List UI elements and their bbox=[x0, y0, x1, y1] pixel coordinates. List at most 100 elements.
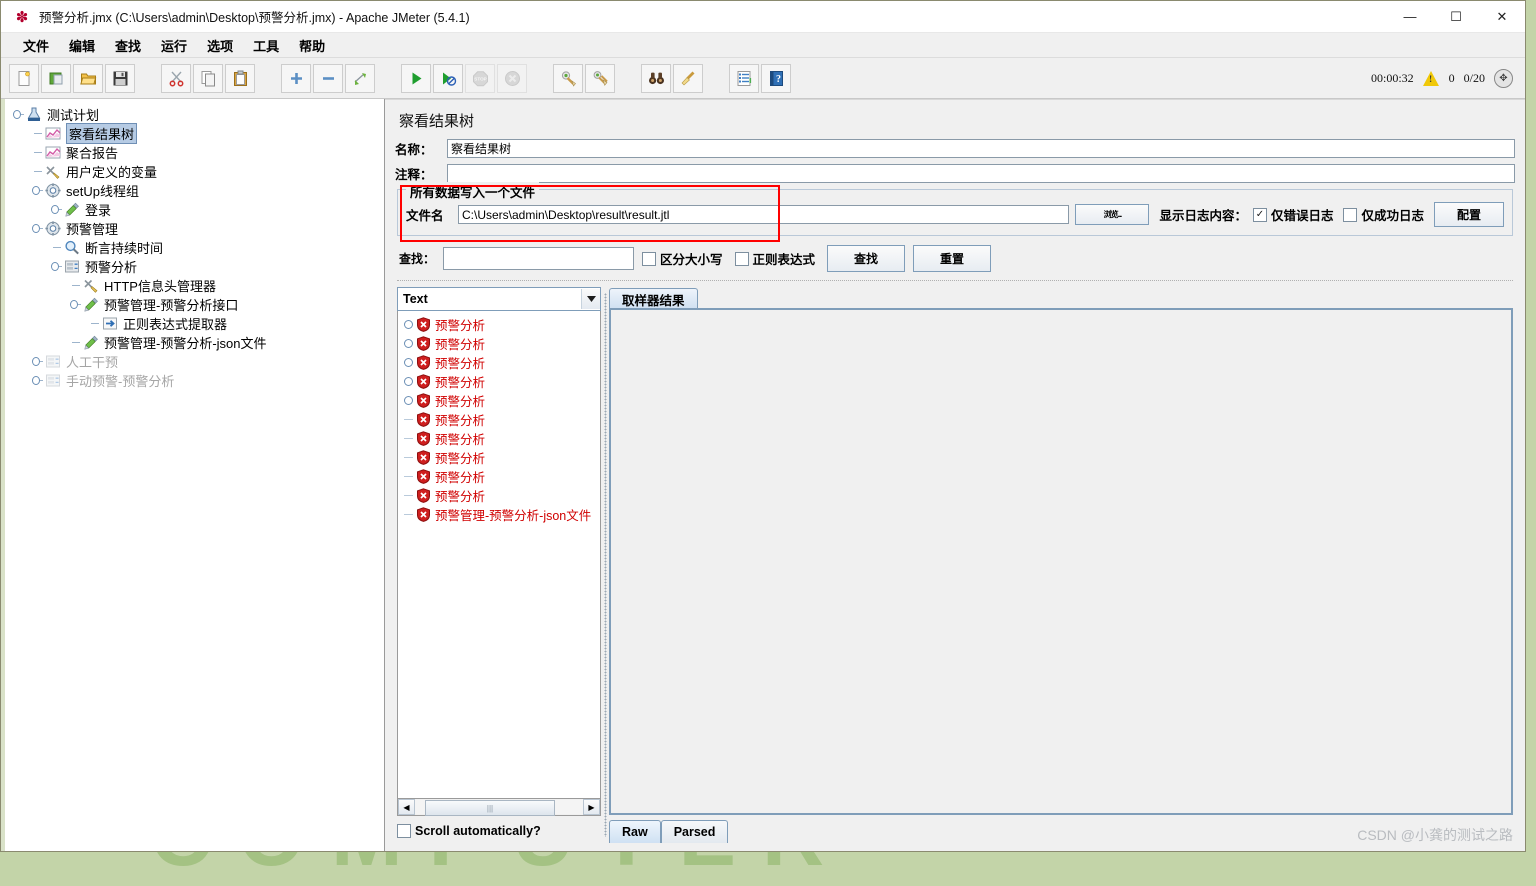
results-split: Text 预警分析 预警分析 预警分析 预警分析 预警分析 预警分析 预警分析 预警分析 预警分… bbox=[397, 287, 1513, 843]
tree-node[interactable]: 登录 bbox=[7, 200, 384, 219]
success-only-checkbox[interactable]: 仅成功日志 bbox=[1343, 205, 1424, 224]
tree-collapse-handle[interactable] bbox=[13, 109, 24, 120]
tree-node[interactable]: HTTP信息头管理器 bbox=[7, 276, 384, 295]
list-item[interactable]: 预警分析 bbox=[402, 429, 600, 448]
list-item[interactable]: 预警分析 bbox=[402, 315, 600, 334]
list-expand-handle[interactable] bbox=[402, 358, 415, 367]
hscroll-track[interactable]: ||| bbox=[415, 800, 583, 816]
results-hscrollbar[interactable]: ◀ ||| ▶ bbox=[397, 799, 601, 816]
menu-help[interactable]: 帮助 bbox=[289, 34, 335, 57]
cut-button[interactable] bbox=[161, 63, 191, 93]
scroll-left-button[interactable]: ◀ bbox=[398, 799, 415, 815]
minimize-button[interactable]: — bbox=[1387, 1, 1433, 32]
name-input[interactable] bbox=[447, 139, 1515, 158]
regex-checkbox[interactable]: 正则表达式 bbox=[734, 249, 815, 268]
tree-node[interactable]: 正则表达式提取器 bbox=[7, 314, 384, 333]
errors-only-checkbox[interactable]: ✓ 仅错误日志 bbox=[1252, 205, 1333, 224]
tree-collapse-handle[interactable] bbox=[70, 299, 81, 310]
test-plan-tree[interactable]: 测试计划 察看结果树 聚合报告 用户定义的变量 setUp线程组 登录 预警管理 断言持续时间… bbox=[1, 99, 385, 851]
list-item[interactable]: 预警分析 bbox=[402, 334, 600, 353]
tab-parsed[interactable]: Parsed bbox=[660, 820, 729, 843]
case-sensitive-checkbox[interactable]: 区分大小写 bbox=[642, 249, 723, 268]
close-button[interactable]: ✕ bbox=[1479, 1, 1525, 32]
browse-button[interactable]: 浏览... bbox=[1075, 204, 1150, 225]
expand-all-button[interactable] bbox=[281, 63, 311, 93]
menu-run[interactable]: 运行 bbox=[151, 34, 197, 57]
copy-button[interactable] bbox=[193, 63, 223, 93]
tree-node[interactable]: 聚合报告 bbox=[7, 143, 384, 162]
tree-node[interactable]: 察看结果树 bbox=[7, 123, 384, 144]
list-item[interactable]: 预警分析 bbox=[402, 448, 600, 467]
tree-node[interactable]: setUp线程组 bbox=[7, 181, 384, 200]
help-button[interactable]: ? bbox=[761, 63, 791, 93]
tree-collapse-handle[interactable] bbox=[51, 261, 62, 272]
tree-expand-handle[interactable] bbox=[32, 356, 43, 367]
sampler-result-body[interactable] bbox=[609, 308, 1513, 815]
tree-node[interactable]: 预警管理-预警分析接口 bbox=[7, 295, 384, 314]
list-item[interactable]: 预警分析 bbox=[402, 410, 600, 429]
find-button[interactable]: 查找 bbox=[827, 245, 906, 272]
menu-search[interactable]: 查找 bbox=[105, 34, 151, 57]
tree-expand-handle[interactable] bbox=[32, 375, 43, 386]
tree-collapse-handle[interactable] bbox=[32, 223, 43, 234]
list-expand-handle[interactable] bbox=[402, 320, 415, 329]
menu-tools[interactable]: 工具 bbox=[243, 34, 289, 57]
tree-node[interactable]: 人工干预 bbox=[7, 352, 384, 371]
split-divider[interactable] bbox=[601, 287, 609, 843]
hscroll-thumb[interactable]: ||| bbox=[425, 800, 555, 816]
scroll-automatically-checkbox[interactable]: Scroll automatically? bbox=[397, 819, 601, 843]
tree-node[interactable]: 断言持续时间 bbox=[7, 238, 384, 257]
open-button[interactable] bbox=[73, 63, 103, 93]
warning-icon[interactable] bbox=[1422, 70, 1440, 86]
save-button[interactable] bbox=[105, 63, 135, 93]
toggle-button[interactable] bbox=[345, 63, 375, 93]
maximize-button[interactable]: ☐ bbox=[1433, 1, 1479, 32]
menu-file[interactable]: 文件 bbox=[13, 34, 59, 57]
list-item[interactable]: 预警管理-预警分析-json文件 bbox=[402, 505, 600, 524]
start-button[interactable] bbox=[401, 63, 431, 93]
clear-button[interactable] bbox=[553, 63, 583, 93]
tree-node[interactable]: 预警管理 bbox=[7, 219, 384, 238]
list-expand-handle[interactable] bbox=[402, 396, 415, 405]
tree-node[interactable]: 用户定义的变量 bbox=[7, 162, 384, 181]
tab-raw[interactable]: Raw bbox=[609, 820, 661, 843]
tree-node[interactable]: 测试计划 bbox=[7, 105, 384, 124]
tree-expand-handle[interactable] bbox=[51, 204, 62, 215]
stop-button[interactable]: STOP bbox=[465, 63, 495, 93]
search-binoculars-icon[interactable] bbox=[641, 63, 671, 93]
warning-count: 0 bbox=[1448, 70, 1455, 85]
menu-edit[interactable]: 编辑 bbox=[59, 34, 105, 57]
list-item[interactable]: 预警分析 bbox=[402, 486, 600, 505]
function-helper-icon[interactable] bbox=[729, 63, 759, 93]
menu-options[interactable]: 选项 bbox=[197, 34, 243, 57]
renderer-select[interactable]: Text bbox=[397, 287, 601, 311]
reset-search-broom-icon[interactable] bbox=[673, 63, 703, 93]
list-item[interactable]: 预警分析 bbox=[402, 353, 600, 372]
start-no-pauses-button[interactable] bbox=[433, 63, 463, 93]
filename-input[interactable] bbox=[458, 205, 1070, 224]
search-input[interactable] bbox=[443, 247, 635, 270]
list-item[interactable]: 预警分析 bbox=[402, 467, 600, 486]
tree-collapse-handle[interactable] bbox=[32, 185, 43, 196]
scroll-right-button[interactable]: ▶ bbox=[583, 799, 600, 815]
list-expand-handle[interactable] bbox=[402, 377, 415, 386]
reset-button[interactable]: 重置 bbox=[913, 245, 992, 272]
comment-input[interactable] bbox=[447, 164, 1515, 183]
tab-sampler-result[interactable]: 取样器结果 bbox=[609, 288, 698, 309]
list-expand-handle[interactable] bbox=[402, 339, 415, 348]
tree-node[interactable]: 手动预警-预警分析 bbox=[7, 371, 384, 390]
shutdown-button[interactable] bbox=[497, 63, 527, 93]
tree-node[interactable]: 预警管理-预警分析-json文件 bbox=[7, 333, 384, 352]
new-button[interactable] bbox=[9, 63, 39, 93]
new-from-template-button[interactable] bbox=[41, 63, 71, 93]
shield-error-icon bbox=[416, 507, 431, 522]
results-list[interactable]: 预警分析 预警分析 预警分析 预警分析 预警分析 预警分析 预警分析 预警分析 预警分析 预警分析… bbox=[397, 311, 601, 799]
expand-icon[interactable]: ✥ bbox=[1494, 68, 1513, 88]
configure-button[interactable]: 配置 bbox=[1434, 202, 1504, 227]
collapse-all-button[interactable] bbox=[313, 63, 343, 93]
paste-button[interactable] bbox=[225, 63, 255, 93]
clear-all-button[interactable] bbox=[585, 63, 615, 93]
list-item[interactable]: 预警分析 bbox=[402, 391, 600, 410]
list-item[interactable]: 预警分析 bbox=[402, 372, 600, 391]
tree-node[interactable]: 预警分析 bbox=[7, 257, 384, 276]
